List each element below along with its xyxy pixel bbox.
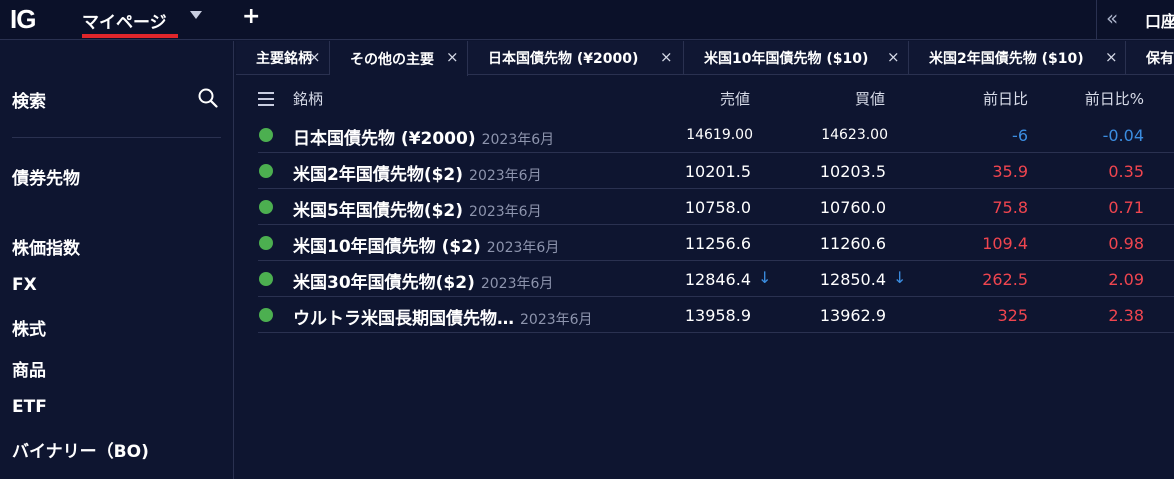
tab-us10y-futures[interactable]: 米国10年国債先物 ($10) × — [684, 41, 909, 75]
market-open-indicator — [259, 236, 273, 250]
sell-price[interactable]: 14619.00 — [658, 127, 753, 143]
header-change-pct[interactable]: 前日比% — [1058, 88, 1144, 109]
top-bar: IG マイページ + « 口座 — [0, 0, 1174, 40]
instrument-name[interactable]: 米国10年国債先物 ($2) 2023年6月 — [293, 232, 559, 257]
expiry-date: 2023年6月 — [469, 204, 542, 220]
table-header: 銘柄 売値 買値 前日比 前日比% — [258, 88, 1174, 116]
change-pct-value: 2.09 — [1108, 270, 1144, 289]
market-open-indicator — [259, 272, 273, 286]
instrument-name[interactable]: 米国5年国債先物($2) 2023年6月 — [293, 196, 542, 221]
sidebar-item-binary[interactable]: バイナリー（BO) — [12, 437, 149, 462]
sidebar-item-stock-indices[interactable]: 株価指数 — [12, 234, 80, 259]
sidebar: 検索 債券先物 株価指数 FX 株式 商品 ETF バイナリー（BO) — [0, 41, 234, 479]
header-name[interactable]: 銘柄 — [293, 88, 323, 109]
sidebar-item-commodities[interactable]: 商品 — [12, 356, 46, 381]
sidebar-item-bond-futures[interactable]: 債券先物 — [12, 164, 80, 189]
tab-label: 日本国債先物 (¥2000) — [488, 51, 639, 67]
expiry-date: 2023年6月 — [480, 276, 554, 292]
tab-other-major[interactable]: その他の主要 × — [330, 41, 468, 76]
sell-price[interactable]: 11256.6 — [658, 234, 751, 253]
tab-label: 主要銘柄 — [256, 51, 312, 67]
close-icon[interactable]: × — [887, 48, 900, 66]
buy-price[interactable]: 14623.00 — [793, 127, 888, 143]
sidebar-item-etf[interactable]: ETF — [12, 397, 47, 417]
close-icon[interactable]: × — [1105, 48, 1118, 66]
instrument-name[interactable]: 米国2年国債先物($2) 2023年6月 — [293, 160, 542, 185]
table-row[interactable]: 日本国債先物 (¥2000) 2023年6月 14619.00 14623.00 … — [258, 117, 1174, 153]
sell-price[interactable]: 13958.9 — [658, 306, 751, 325]
tab-label: 米国10年国債先物 ($10) — [704, 51, 869, 67]
tab-label: 保有 — [1146, 51, 1174, 67]
sidebar-item-stocks[interactable]: 株式 — [12, 315, 46, 340]
header-buy[interactable]: 買値 — [813, 88, 885, 109]
sell-price[interactable]: 10758.0 — [658, 198, 751, 217]
menu-icon[interactable] — [258, 92, 274, 106]
chevron-down-icon[interactable] — [190, 11, 202, 19]
change-value: 35.9 — [992, 162, 1028, 181]
search-icon[interactable] — [198, 88, 218, 108]
change-value: 75.8 — [992, 198, 1028, 217]
tab-jgb-futures[interactable]: 日本国債先物 (¥2000) × — [468, 41, 684, 75]
change-value: -6 — [1012, 126, 1028, 145]
sidebar-item-fx[interactable]: FX — [12, 275, 37, 295]
buy-price[interactable]: 11260.6 — [793, 234, 886, 253]
table-row[interactable]: 米国5年国債先物($2) 2023年6月 10758.0 10760.0 75.8… — [258, 189, 1174, 225]
change-value: 109.4 — [982, 234, 1028, 253]
change-pct-value: -0.04 — [1102, 126, 1144, 145]
market-open-indicator — [259, 308, 273, 322]
table-row[interactable]: 米国30年国債先物($2) 2023年6月 12846.4 ↓ 12850.4 ↓… — [258, 261, 1174, 297]
instrument-name[interactable]: 日本国債先物 (¥2000) 2023年6月 — [293, 124, 554, 149]
price-down-arrow-icon: ↓ — [758, 268, 772, 287]
market-open-indicator — [259, 128, 273, 142]
tab-major-markets[interactable]: 主要銘柄 × — [236, 41, 330, 75]
account-label[interactable]: 口座 — [1145, 8, 1174, 32]
sidebar-divider — [12, 137, 221, 138]
price-down-arrow-icon: ↓ — [893, 268, 907, 287]
instrument-name[interactable]: 米国30年国債先物($2) 2023年6月 — [293, 268, 553, 293]
sell-price[interactable]: 12846.4 — [658, 270, 751, 289]
table-row[interactable]: 米国10年国債先物 ($2) 2023年6月 11256.6 11260.6 10… — [258, 225, 1174, 261]
change-pct-value: 0.35 — [1108, 162, 1144, 181]
buy-price[interactable]: 13962.9 — [793, 306, 886, 325]
change-pct-value: 0.71 — [1108, 198, 1144, 217]
change-value: 325 — [997, 306, 1028, 325]
table-row[interactable]: 米国2年国債先物($2) 2023年6月 10201.5 10203.5 35.9… — [258, 153, 1174, 189]
expiry-date: 2023年6月 — [481, 132, 555, 148]
table-row[interactable]: ウルトラ米国長期国債先物… 2023年6月 13958.9 13962.9 325… — [258, 297, 1174, 333]
buy-price[interactable]: 12850.4 — [793, 270, 886, 289]
close-icon[interactable]: × — [660, 48, 673, 66]
header-change[interactable]: 前日比 — [948, 88, 1028, 109]
expiry-date: 2023年6月 — [520, 312, 593, 328]
sidebar-search-label[interactable]: 検索 — [12, 87, 46, 112]
close-icon[interactable]: × — [308, 48, 321, 66]
market-open-indicator — [259, 164, 273, 178]
active-tab-indicator — [82, 34, 178, 38]
collapse-panel-icon[interactable]: « — [1106, 6, 1118, 30]
watchlist-tabs: 主要銘柄 × その他の主要 × 日本国債先物 (¥2000) × 米国10年国債… — [236, 41, 1174, 76]
header-sell[interactable]: 売値 — [678, 88, 750, 109]
ig-logo[interactable]: IG — [10, 4, 36, 35]
change-pct-value: 2.38 — [1108, 306, 1144, 325]
market-open-indicator — [259, 200, 273, 214]
expiry-date: 2023年6月 — [486, 240, 560, 256]
change-value: 262.5 — [982, 270, 1028, 289]
instrument-name[interactable]: ウルトラ米国長期国債先物… 2023年6月 — [293, 304, 593, 329]
change-pct-value: 0.98 — [1108, 234, 1144, 253]
expiry-date: 2023年6月 — [469, 168, 542, 184]
tab-positions[interactable]: 保有 — [1126, 41, 1174, 75]
add-tab-icon[interactable]: + — [242, 4, 260, 29]
buy-price[interactable]: 10203.5 — [793, 162, 886, 181]
tab-us2y-futures[interactable]: 米国2年国債先物 ($10) × — [909, 41, 1126, 75]
buy-price[interactable]: 10760.0 — [793, 198, 886, 217]
tab-label: その他の主要 — [350, 51, 434, 68]
close-icon[interactable]: × — [446, 48, 459, 66]
tab-label: 米国2年国債先物 ($10) — [929, 51, 1084, 67]
sell-price[interactable]: 10201.5 — [658, 162, 751, 181]
divider — [1096, 0, 1097, 40]
